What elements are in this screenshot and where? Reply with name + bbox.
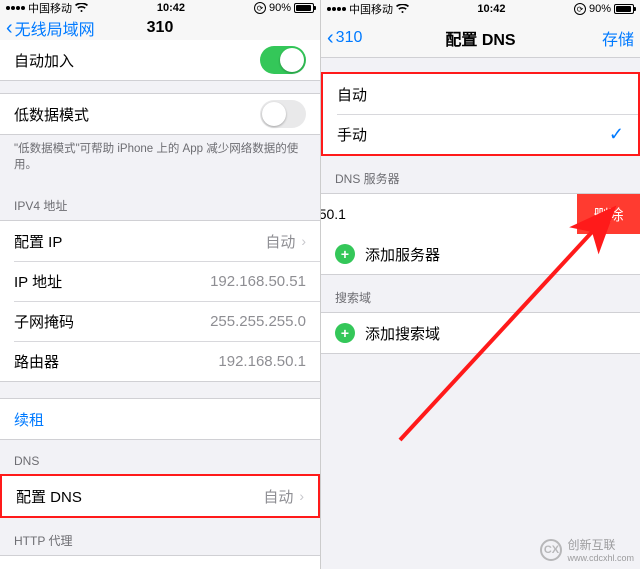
plus-icon: + <box>335 244 355 264</box>
rotation-lock-icon: ⟳ <box>574 3 586 15</box>
label: 自动加入 <box>14 50 74 71</box>
page-title: 配置 DNS <box>321 26 640 50</box>
row-add-dns-server[interactable]: + 添加服务器 <box>321 234 640 274</box>
save-button[interactable]: 存储 <box>602 26 634 50</box>
phone-right: 中国移动 10:42 ⟳ 90% ‹ 310 配置 DNS 存储 <box>320 0 640 569</box>
switch-auto-join[interactable] <box>260 46 306 74</box>
signal-icon <box>327 7 346 11</box>
status-bar: 中国移动 10:42 ⟳ 90% <box>321 0 640 18</box>
battery-percent: 90% <box>589 3 611 15</box>
row-subnet-mask: 子网掩码 255.255.255.0 <box>0 301 320 341</box>
highlight-dns-mode: 自动 手动 ✓ <box>321 72 640 156</box>
back-button[interactable]: ‹ 无线局域网 <box>6 16 95 40</box>
row-renew-lease[interactable]: 续租 <box>0 399 320 439</box>
watermark: CX 创新互联 www.cdcxhl.com <box>540 536 634 563</box>
dns-server-value: 92.168.50.1 <box>321 206 346 222</box>
row-dns-mode-manual[interactable]: 手动 ✓ <box>323 114 638 154</box>
navbar: ‹ 310 配置 DNS 存储 <box>321 18 640 58</box>
chevron-left-icon: ‹ <box>6 18 13 38</box>
plus-icon: + <box>335 323 355 343</box>
back-label: 无线局域网 <box>15 16 95 40</box>
watermark-domain: www.cdcxhl.com <box>567 553 634 563</box>
back-label: 310 <box>336 29 363 47</box>
phone-left: 中国移动 10:42 ⟳ 90% ‹ 无线局域网 310 自动加入 <box>0 0 320 569</box>
row-configure-dns[interactable]: 配置 DNS 自动 › <box>2 476 318 516</box>
section-header-proxy: HTTP 代理 <box>0 518 320 555</box>
carrier-label: 中国移动 <box>349 1 393 17</box>
section-header-dns: DNS <box>0 440 320 474</box>
status-time: 10:42 <box>88 2 254 14</box>
status-time: 10:42 <box>409 3 574 15</box>
chevron-right-icon: › <box>299 488 304 504</box>
carrier-label: 中国移动 <box>28 0 72 16</box>
label: 低数据模式 <box>14 104 89 125</box>
signal-icon <box>6 6 25 10</box>
watermark-logo: CX <box>540 539 562 561</box>
row-ip-address: IP 地址 192.168.50.51 <box>0 261 320 301</box>
row-configure-ip[interactable]: 配置 IP 自动 › <box>0 221 320 261</box>
highlight-configure-dns: 配置 DNS 自动 › <box>0 474 320 518</box>
row-router: 路由器 192.168.50.1 <box>0 341 320 381</box>
swipe-delete-button[interactable]: 删除 <box>577 194 640 234</box>
section-header-search-domains: 搜索域 <box>321 275 640 312</box>
section-header-dns-servers: DNS 服务器 <box>321 156 640 193</box>
chevron-left-icon: ‹ <box>327 28 334 48</box>
watermark-brand: 创新互联 <box>567 536 634 553</box>
low-data-footer: "低数据模式"可帮助 iPhone 上的 App 减少网络数据的使用。 <box>0 135 320 183</box>
wifi-icon <box>75 3 88 13</box>
battery-icon <box>294 3 314 13</box>
status-bar: 中国移动 10:42 ⟳ 90% <box>0 0 320 16</box>
row-configure-proxy[interactable]: 配置代理 关闭 › <box>0 556 320 569</box>
wifi-icon <box>396 4 409 14</box>
chevron-right-icon: › <box>301 233 306 249</box>
checkmark-icon: ✓ <box>609 124 624 145</box>
rotation-lock-icon: ⟳ <box>254 2 266 14</box>
battery-percent: 90% <box>269 2 291 14</box>
row-add-search-domain[interactable]: + 添加搜索域 <box>321 313 640 353</box>
navbar: ‹ 无线局域网 310 <box>0 16 320 41</box>
battery-icon <box>614 4 634 14</box>
row-auto-join[interactable]: 自动加入 <box>0 40 320 80</box>
back-button[interactable]: ‹ 310 <box>327 28 362 48</box>
row-dns-mode-auto[interactable]: 自动 <box>323 74 638 114</box>
row-dns-server-entry[interactable]: 删除 92.168.50.1 <box>321 194 640 234</box>
row-low-data-mode[interactable]: 低数据模式 <box>0 94 320 134</box>
section-header-ipv4: IPV4 地址 <box>0 183 320 220</box>
switch-low-data[interactable] <box>260 100 306 128</box>
